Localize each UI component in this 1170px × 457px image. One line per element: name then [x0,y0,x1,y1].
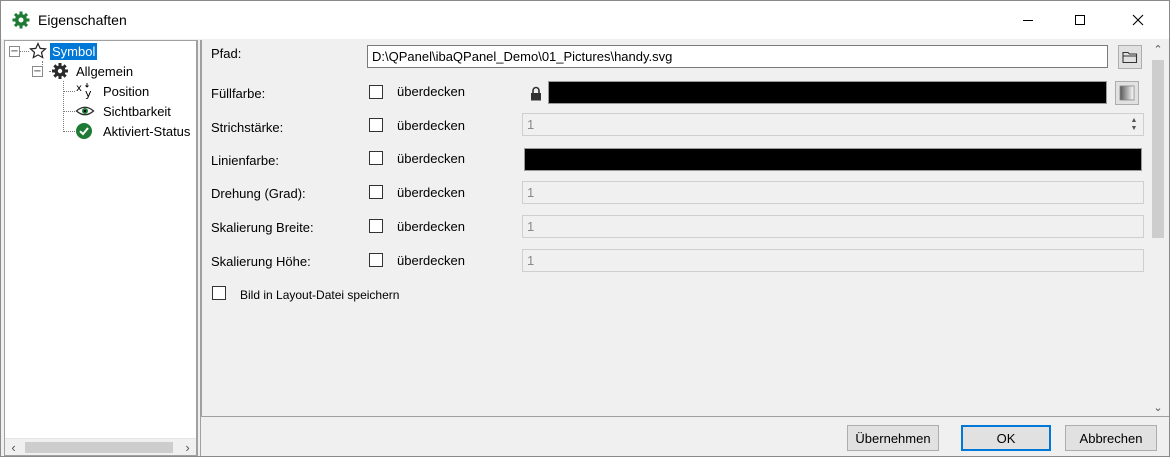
tree-item-position[interactable]: x y Position [75,81,151,101]
minimize-button[interactable] [1003,1,1053,39]
scale-height-label: Skalierung Höhe: [211,254,311,269]
xy-position-icon: x y [76,83,92,100]
rotation-label: Drehung (Grad): [211,186,306,201]
properties-dialog: Eigenschaften − Symbol − Allgemein x y P… [0,0,1170,457]
close-button[interactable] [1113,1,1163,39]
gradient-button[interactable] [1115,81,1139,105]
scroll-down-icon[interactable]: ⌄ [1148,398,1168,416]
path-field[interactable]: D:\QPanel\ibaQPanel_Demo\01_Pictures\han… [367,45,1108,68]
title-bar: Eigenschaften [1,1,1169,39]
scroll-up-icon[interactable]: ⌃ [1148,40,1168,58]
scale-height-override-label: überdecken [397,253,465,268]
tree-item-symbol[interactable]: Symbol [29,41,98,61]
rotation-override-label: überdecken [397,185,465,200]
tree-item-sichtbarkeit[interactable]: Sichtbarkeit [75,101,173,121]
rotation-field[interactable]: 1 [522,181,1144,204]
stroke-width-stepper[interactable]: 1 ▲ ▼ [522,113,1144,136]
scale-height-override-checkbox[interactable] [369,253,383,267]
minimize-icon [1023,20,1033,21]
tree-connector [63,131,75,132]
scale-width-override-checkbox[interactable] [369,219,383,233]
tree-connector [19,51,29,52]
lock-icon[interactable] [530,86,542,101]
tree-item-allgemein[interactable]: Allgemein [51,61,135,81]
tree-horizontal-scrollbar[interactable]: ‹ › [5,438,196,455]
scrollbar-thumb[interactable] [1152,60,1164,238]
gradient-icon [1119,85,1135,101]
save-in-layout-checkbox[interactable] [212,286,226,300]
tree-label-allgemein: Allgemein [76,63,134,79]
fill-override-checkbox[interactable] [369,85,383,99]
gear-icon [12,11,30,29]
scale-height-field[interactable]: 1 [522,249,1144,272]
svg-text:y: y [85,87,92,100]
eye-icon [75,106,95,116]
stroke-width-override-checkbox[interactable] [369,118,383,132]
line-color-swatch[interactable] [524,148,1142,171]
rotation-override-checkbox[interactable] [369,185,383,199]
tree-connector [63,81,64,132]
tree-label-symbol: Symbol [50,42,98,60]
scrollbar-thumb[interactable] [25,442,173,453]
path-label: Pfad: [211,46,242,61]
folder-icon [1122,51,1138,64]
close-icon [1132,14,1144,26]
tree-connector [63,91,75,92]
tree-label-position: Position [103,83,150,99]
property-editor: Pfad: D:\QPanel\ibaQPanel_Demo\01_Pictur… [201,40,1169,416]
save-in-layout-label: Bild in Layout-Datei speichern [240,288,400,302]
star-icon [29,42,47,59]
stroke-width-label: Strichstärke: [211,120,284,135]
fill-color-swatch[interactable] [548,81,1107,104]
tree-connector [63,111,75,112]
browse-folder-button[interactable] [1118,45,1142,69]
cancel-button[interactable]: Abbrechen [1065,425,1157,451]
maximize-button[interactable] [1055,1,1105,39]
fill-override-label: überdecken [397,84,465,99]
scroll-left-icon[interactable]: ‹ [5,439,22,456]
apply-button[interactable]: Übernehmen [847,425,939,451]
dialog-button-bar: Übernehmen OK Abbrechen [201,416,1169,456]
gear-icon [52,63,68,79]
collapse-toggle-symbol[interactable]: − [9,46,20,57]
line-color-label: Linienfarbe: [211,153,279,168]
spinner-arrows-icon[interactable]: ▲ ▼ [1126,115,1142,134]
property-tree: − Symbol − Allgemein x y Position Sichtb… [4,40,197,456]
scale-width-field[interactable]: 1 [522,215,1144,238]
property-vertical-scrollbar[interactable]: ⌃ ⌄ [1148,40,1168,416]
line-color-override-label: überdecken [397,151,465,166]
check-circle-icon [76,123,92,139]
scale-width-label: Skalierung Breite: [211,220,314,235]
tree-label-sichtbarkeit: Sichtbarkeit [103,103,171,119]
collapse-toggle-allgemein[interactable]: − [32,66,43,77]
tree-item-aktiviert-status[interactable]: Aktiviert-Status [75,121,192,141]
stroke-width-value: 1 [527,117,535,132]
stroke-width-override-label: überdecken [397,118,465,133]
maximize-icon [1075,15,1085,25]
fill-color-label: Füllfarbe: [211,86,266,101]
window-title: Eigenschaften [38,12,127,28]
line-color-override-checkbox[interactable] [369,151,383,165]
scroll-right-icon[interactable]: › [179,439,196,456]
svg-text:x: x [76,83,82,94]
scale-width-override-label: überdecken [397,219,465,234]
ok-button[interactable]: OK [961,425,1051,451]
tree-label-aktiviert-status: Aktiviert-Status [103,123,191,139]
